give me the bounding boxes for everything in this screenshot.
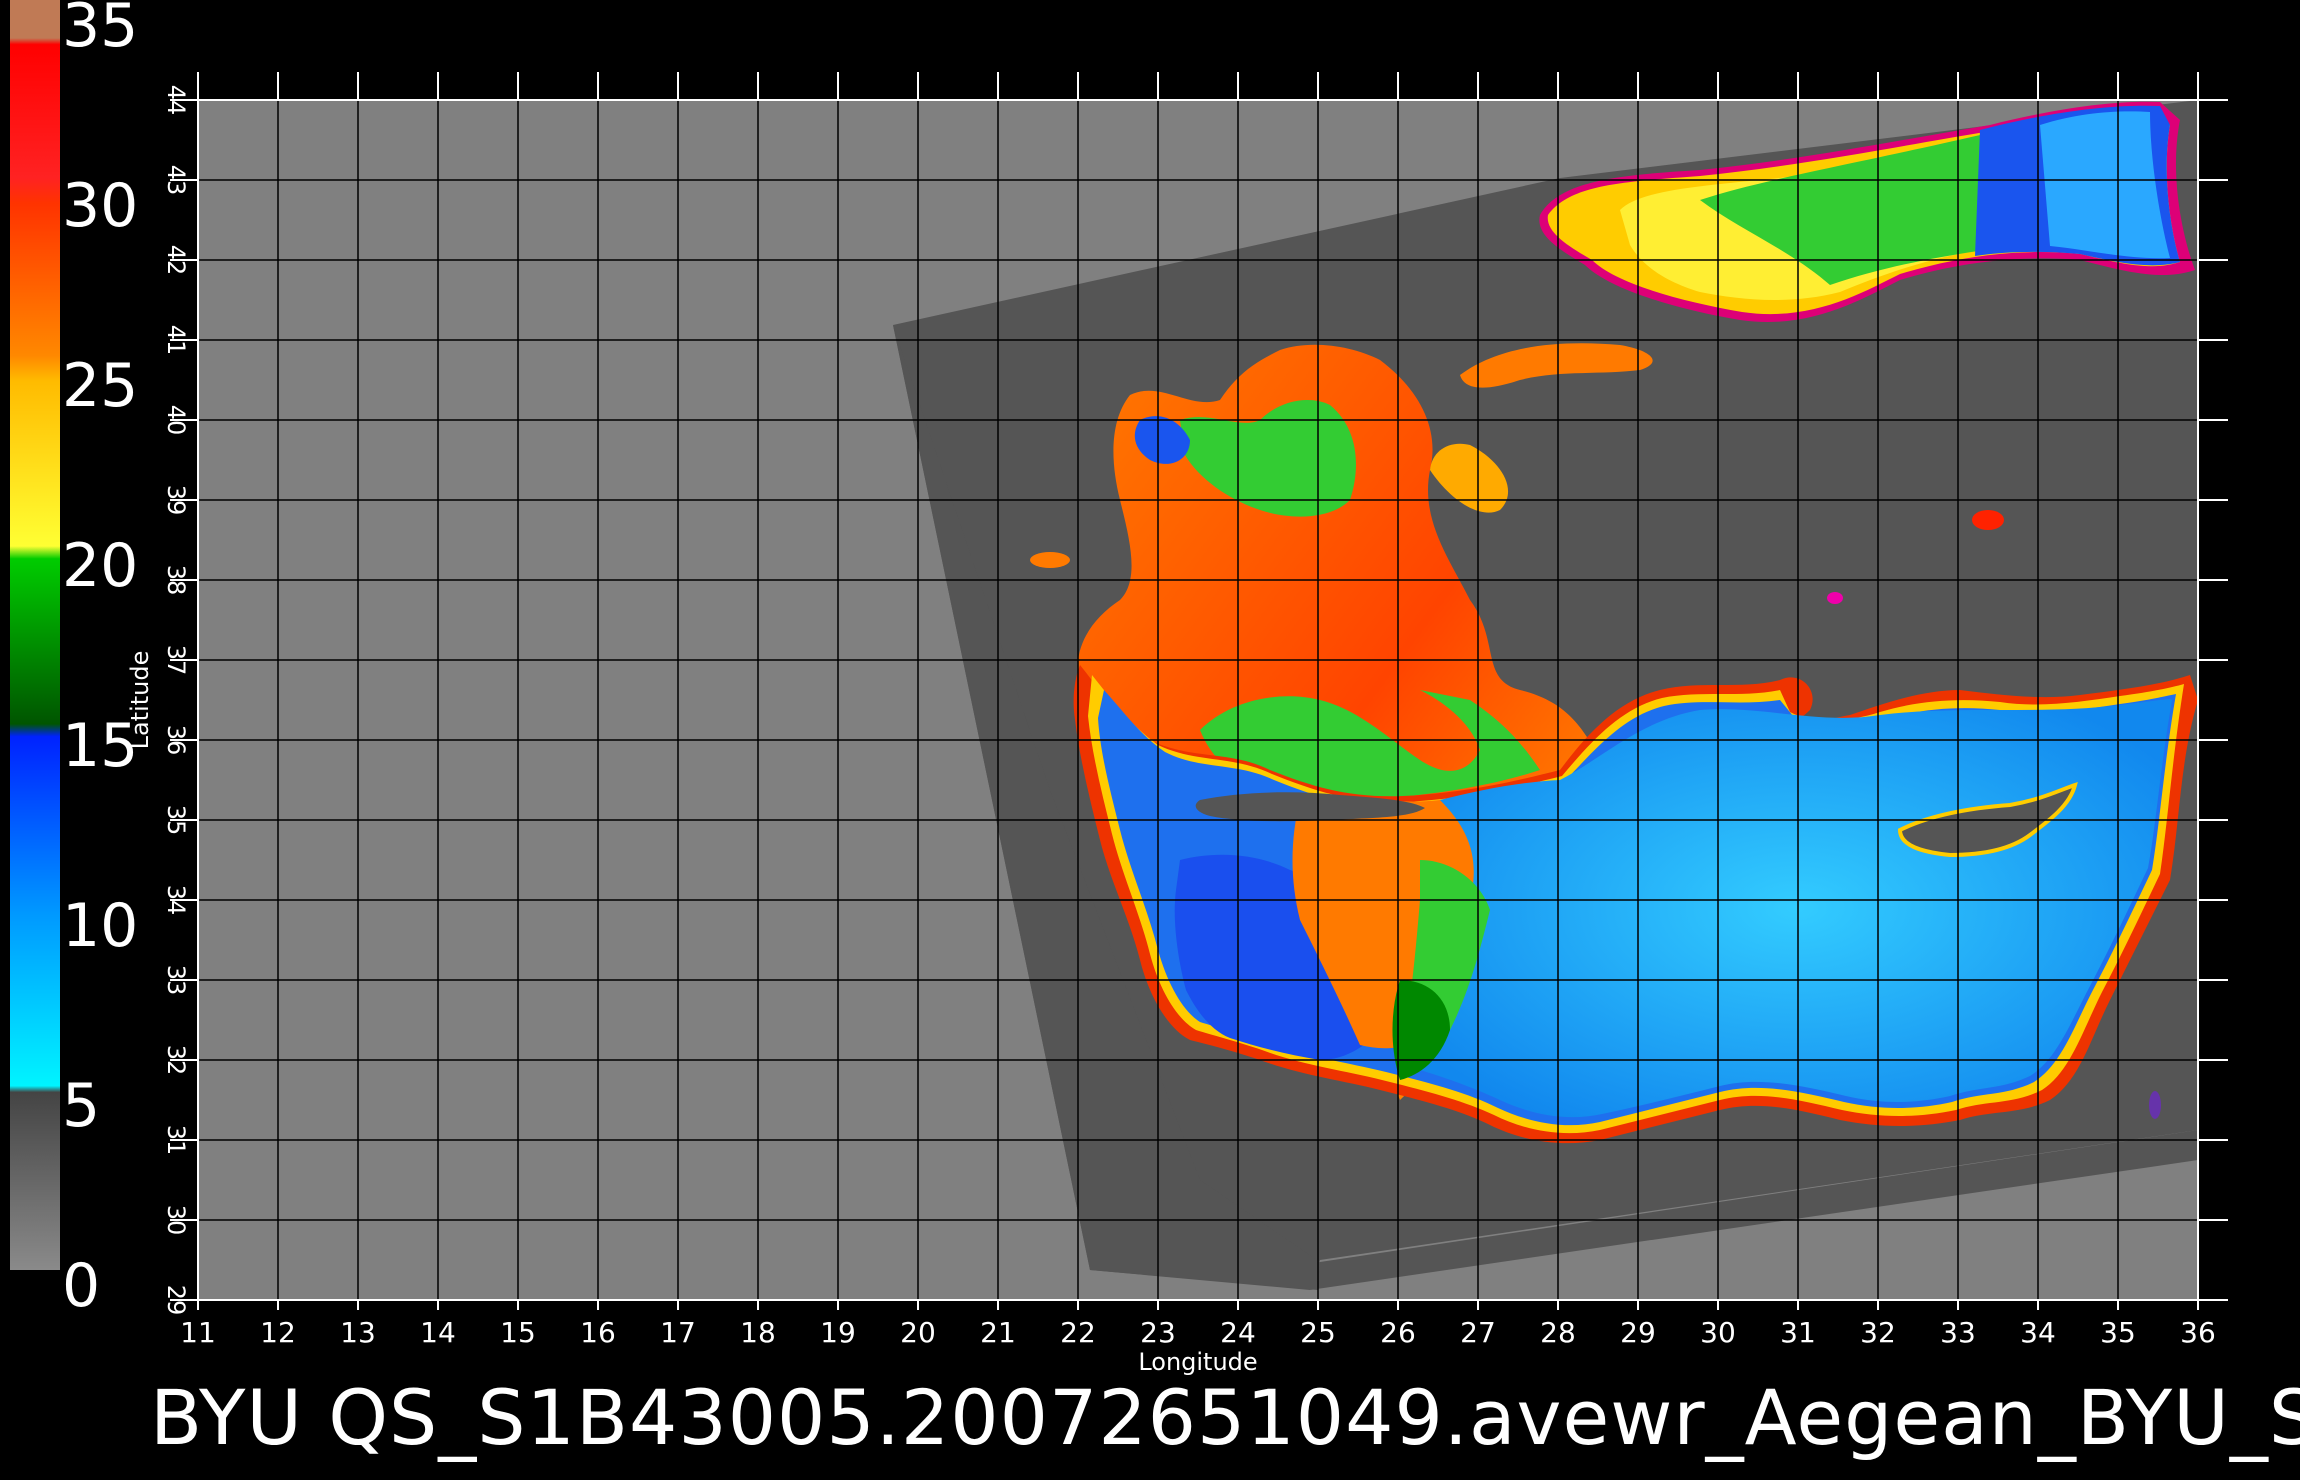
- x-tick-label: 31: [1780, 1316, 1816, 1349]
- y-tick-label: 30: [162, 1205, 190, 1236]
- north-aegean-patch: [1030, 552, 1070, 568]
- y-tick-label: 29: [162, 1285, 190, 1316]
- colorbar-label: 25: [62, 351, 138, 421]
- x-tick-label: 32: [1860, 1316, 1896, 1349]
- colorbar-label: 35: [62, 0, 138, 61]
- x-tick-label: 26: [1380, 1316, 1416, 1349]
- y-tick-label: 44: [162, 85, 190, 116]
- x-tick-label: 34: [2020, 1316, 2056, 1349]
- y-tick-label: 38: [162, 565, 190, 596]
- x-tick-label: 20: [900, 1316, 936, 1349]
- y-tick-label: 41: [162, 325, 190, 356]
- y-tick-labels: 29 30 31 32 33 34 35 36 37 38 39 40 41 42 43 44: [162, 85, 190, 1316]
- x-tick-label: 27: [1460, 1316, 1496, 1349]
- x-tick-label: 33: [1940, 1316, 1976, 1349]
- wind-map: 35 30 25 20 15 10 5 0 11 12 13 14 15 16 17 18 1…: [10, 0, 2228, 1376]
- x-tick-label: 24: [1220, 1316, 1256, 1349]
- y-tick-label: 32: [162, 1045, 190, 1076]
- x-tick-label: 23: [1140, 1316, 1176, 1349]
- x-tick-label: 28: [1540, 1316, 1576, 1349]
- y-tick-label: 35: [162, 805, 190, 836]
- y-tick-label: 42: [162, 245, 190, 276]
- y-tick-label: 37: [162, 645, 190, 676]
- y-axis-label: Latitude: [126, 651, 154, 750]
- colorbar-label: 20: [62, 531, 138, 601]
- y-tick-label: 34: [162, 885, 190, 916]
- x-tick-label: 25: [1300, 1316, 1336, 1349]
- x-tick-label: 36: [2180, 1316, 2216, 1349]
- x-tick-label: 29: [1620, 1316, 1656, 1349]
- y-tick-label: 31: [162, 1125, 190, 1156]
- x-tick-label: 13: [340, 1316, 376, 1349]
- colorbar-label: 5: [62, 1071, 100, 1141]
- colorbar: 35302520151050: [10, 0, 138, 1321]
- x-tick-label: 14: [420, 1316, 456, 1349]
- x-tick-label: 12: [260, 1316, 296, 1349]
- y-tick-label: 33: [162, 965, 190, 996]
- x-tick-label: 22: [1060, 1316, 1096, 1349]
- x-tick-label: 16: [580, 1316, 616, 1349]
- y-tick-label: 36: [162, 725, 190, 756]
- lake-tuz: [1972, 510, 2004, 530]
- x-tick-label: 30: [1700, 1316, 1736, 1349]
- colorbar-label: 0: [62, 1251, 100, 1321]
- x-tick-labels: 11 12 13 14 15 16 17 18 19 20 21 22 23 24 25 26 27 28 29 30…: [180, 1316, 2216, 1349]
- y-tick-label: 39: [162, 485, 190, 516]
- colorbar-strip: [10, 0, 60, 1270]
- x-tick-label: 19: [820, 1316, 856, 1349]
- colorbar-label: 10: [62, 891, 138, 961]
- lake-east: [2149, 1091, 2161, 1119]
- lake-small: [1827, 592, 1843, 604]
- y-tick-label: 40: [162, 405, 190, 436]
- colorbar-label: 30: [62, 171, 138, 241]
- x-tick-label: 18: [740, 1316, 776, 1349]
- x-tick-label: 35: [2100, 1316, 2136, 1349]
- x-tick-label: 15: [500, 1316, 536, 1349]
- title: BYU QS_S1B43005.20072651049.avewr_Aegean…: [150, 1373, 2300, 1462]
- x-tick-label: 11: [180, 1316, 216, 1349]
- y-tick-label: 43: [162, 165, 190, 196]
- map-plot: 11 12 13 14 15 16 17 18 19 20 21 22 23 24 25 26 27 28 29 30…: [126, 72, 2228, 1376]
- x-tick-label: 21: [980, 1316, 1016, 1349]
- x-tick-label: 17: [660, 1316, 696, 1349]
